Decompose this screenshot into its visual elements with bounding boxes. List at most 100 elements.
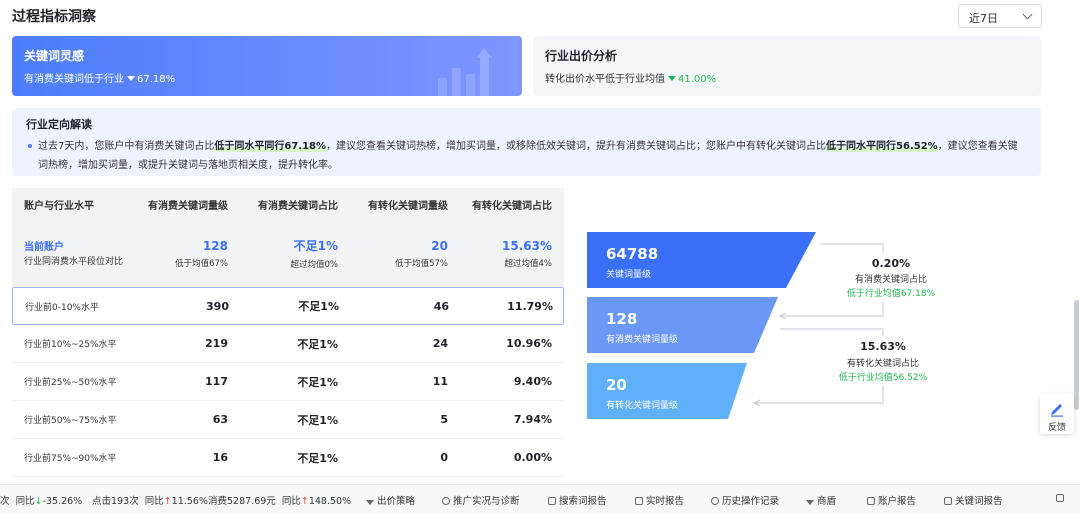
down-arrow-icon <box>668 76 676 81</box>
column-header: 账户与行业水平 <box>24 200 94 212</box>
account-report-link[interactable]: 账户报告 <box>867 493 916 507</box>
link-label: 账户报告 <box>878 496 917 507</box>
table-cell: 20 低于均值57% <box>338 220 448 287</box>
feedback-button[interactable]: 反馈 <box>1040 394 1074 434</box>
table-cell: 128 低于均值67% <box>134 220 228 287</box>
column-header: 有转化关键词量级 <box>368 200 448 212</box>
stat-main: 消费5287.69元 <box>208 496 276 507</box>
link-label: 出价策略 <box>377 496 416 507</box>
row-label: 行业前75%~90%水平 <box>24 454 117 464</box>
conversion-1-note: 低于行业均值67.18% <box>847 287 936 299</box>
down-arrow-icon <box>127 76 135 81</box>
current-account-row: 当前账户 行业同消费水平段位对比 128 低于均值67% 不足1% 超过均值0% 2… <box>12 220 564 287</box>
column-header: 有消费关键词占比 <box>258 200 338 212</box>
cell-note: 超过均值4% <box>504 258 553 269</box>
table-cell: 117 <box>205 375 228 388</box>
table-cell: 9.40% <box>513 375 552 388</box>
bid-strategy-link[interactable]: 出价策略 <box>366 493 415 507</box>
table-cell: 219 <box>205 337 228 350</box>
interpretation-highlight2: 低于同水平同行56.52% <box>826 141 938 152</box>
table-cell: 15.63% 超过均值4% <box>448 220 552 287</box>
cell-note: 低于均值67% <box>175 258 228 269</box>
history-icon <box>711 497 719 505</box>
conversion-1-label: 有消费关键词占比 <box>855 273 927 285</box>
link-label: 搜索词报告 <box>559 496 607 507</box>
table-cell: 0 <box>440 451 448 464</box>
conversion-2-pct: 15.63% <box>860 340 906 353</box>
cell-value: 15.63% <box>502 238 552 253</box>
arrow-down-icon: ↓ <box>34 496 43 507</box>
conversion-2-note: 低于行业均值56.52% <box>839 371 928 383</box>
table-cell: 46 <box>433 299 449 313</box>
report-icon <box>867 497 875 505</box>
feedback-label: 反馈 <box>1047 423 1066 433</box>
search-term-report-link[interactable]: 搜索词报告 <box>548 493 607 507</box>
table-cell: 16 <box>212 451 228 464</box>
table-cell: 24 <box>432 337 448 350</box>
table-row[interactable]: 行业前0-10%水平 390 不足1% 46 11.79% <box>12 287 564 325</box>
funnel-step-2-value: 128 <box>606 310 637 328</box>
report-icon <box>635 497 643 505</box>
current-account-desc: 行业同消费水平段位对比 <box>24 257 124 267</box>
interpretation-text: 过去7天内，您账户中有消费关键词占比低于同水平同行67.18%，建议您查看关键词… <box>26 137 1027 175</box>
stat-label: 同比 <box>281 496 301 507</box>
industry-bid-text: 转化出价水平低于行业均值 41.00% <box>545 70 716 85</box>
conversion-1-pct: 0.20% <box>872 257 910 270</box>
edit-icon[interactable] <box>1056 493 1067 504</box>
table-row[interactable]: 行业前75%~90%水平 16 不足1% 0 0.00% <box>12 439 564 477</box>
table-cell: 不足1% <box>297 413 338 427</box>
scrollbar[interactable] <box>1074 300 1079 410</box>
shangdun-link[interactable]: 商盾 <box>806 493 836 507</box>
stat-main: 点击193次 <box>92 496 139 507</box>
cell-note: 低于均值57% <box>395 258 448 269</box>
keyword-insight-card[interactable]: 关键词灵感 有消费关键词低于行业 67.18% <box>12 36 522 96</box>
bar-chart-decoration-icon <box>438 48 492 96</box>
table-row[interactable]: 行业前10%~25%水平 219 不足1% 24 10.96% <box>12 325 564 363</box>
arrow-up-icon: ↑ <box>300 496 309 507</box>
industry-bid-title: 行业出价分析 <box>545 49 618 63</box>
bullet-dot-icon <box>28 144 32 148</box>
edit-square-icon <box>1056 494 1064 502</box>
clicks-stat: 点击193次 同比↑11.56% <box>92 493 208 507</box>
row-label: 行业前25%~50%水平 <box>24 378 117 388</box>
row-label: 行业前10%~25%水平 <box>24 340 117 350</box>
industry-bid-desc: 转化出价水平低于行业均值 <box>545 74 665 85</box>
chevron-down-icon <box>1022 9 1033 20</box>
interpretation-highlight1: 低于同水平同行67.18% <box>214 141 327 152</box>
industry-interpretation: 行业定向解读 过去7天内，您账户中有消费关键词占比低于同水平同行67.18%，建… <box>12 108 1041 176</box>
table-cell: 5 <box>440 413 448 426</box>
cell-value: 20 <box>431 238 448 253</box>
link-label: 关键词报告 <box>955 496 1003 507</box>
table-cell: 390 <box>206 299 229 313</box>
funnel-step-3-value: 20 <box>606 376 627 394</box>
keyword-insight-desc: 有消费关键词低于行业 <box>24 74 124 85</box>
row-label: 行业前0-10%水平 <box>25 302 99 313</box>
table-cell: 不足1% <box>298 300 339 313</box>
table-cell: 10.96% <box>506 337 552 350</box>
table-header: 账户与行业水平 有消费关键词量级 有消费关键词占比 有转化关键词量级 有转化关键… <box>12 188 564 220</box>
link-label: 历史操作记录 <box>722 496 780 507</box>
funnel-step-2-label: 有消费关键词量级 <box>606 333 678 345</box>
interpretation-part2: ，建议您查看关键词热榜，增加买词量，或移除低效关键词，提升有消费关键词占比；您账… <box>326 141 827 152</box>
interpretation-part1: 过去7天内，您账户中有消费关键词占比 <box>38 141 215 152</box>
table-row[interactable]: 行业前25%~50%水平 117 不足1% 11 9.40% <box>12 363 564 401</box>
funnel-step-1-label: 关键词量级 <box>606 268 651 280</box>
period-select-value: 近7日 <box>969 12 998 25</box>
table-cell: 不足1% <box>297 337 338 351</box>
realtime-report-link[interactable]: 实时报告 <box>635 493 684 507</box>
industry-bid-card[interactable]: 行业出价分析 转化出价水平低于行业均值 41.00% <box>533 36 1041 96</box>
promotion-diagnosis-link[interactable]: 推广实况与诊断 <box>442 493 520 507</box>
period-select[interactable]: 近7日 <box>958 4 1042 28</box>
column-header: 有转化关键词占比 <box>472 200 552 212</box>
stat-label: 同比 <box>144 496 164 507</box>
spend-stat: 消费5287.69元 同比↑148.50% <box>208 493 351 507</box>
keyword-funnel: 64788 关键词量级 128 有消费关键词量级 20 有转化关键词量级 0.2… <box>587 232 938 419</box>
column-header: 有消费关键词量级 <box>148 200 228 212</box>
history-log-link[interactable]: 历史操作记录 <box>711 493 779 507</box>
report-icon <box>548 497 556 505</box>
table-row[interactable]: 行业前50%~75%水平 63 不足1% 5 7.94% <box>12 401 564 439</box>
impressions-stat: 次 同比↓-35.26% <box>0 493 82 507</box>
table-cell: 63 <box>212 413 228 426</box>
table-cell: 11.79% <box>507 299 553 313</box>
keyword-report-link[interactable]: 关键词报告 <box>944 493 1003 507</box>
